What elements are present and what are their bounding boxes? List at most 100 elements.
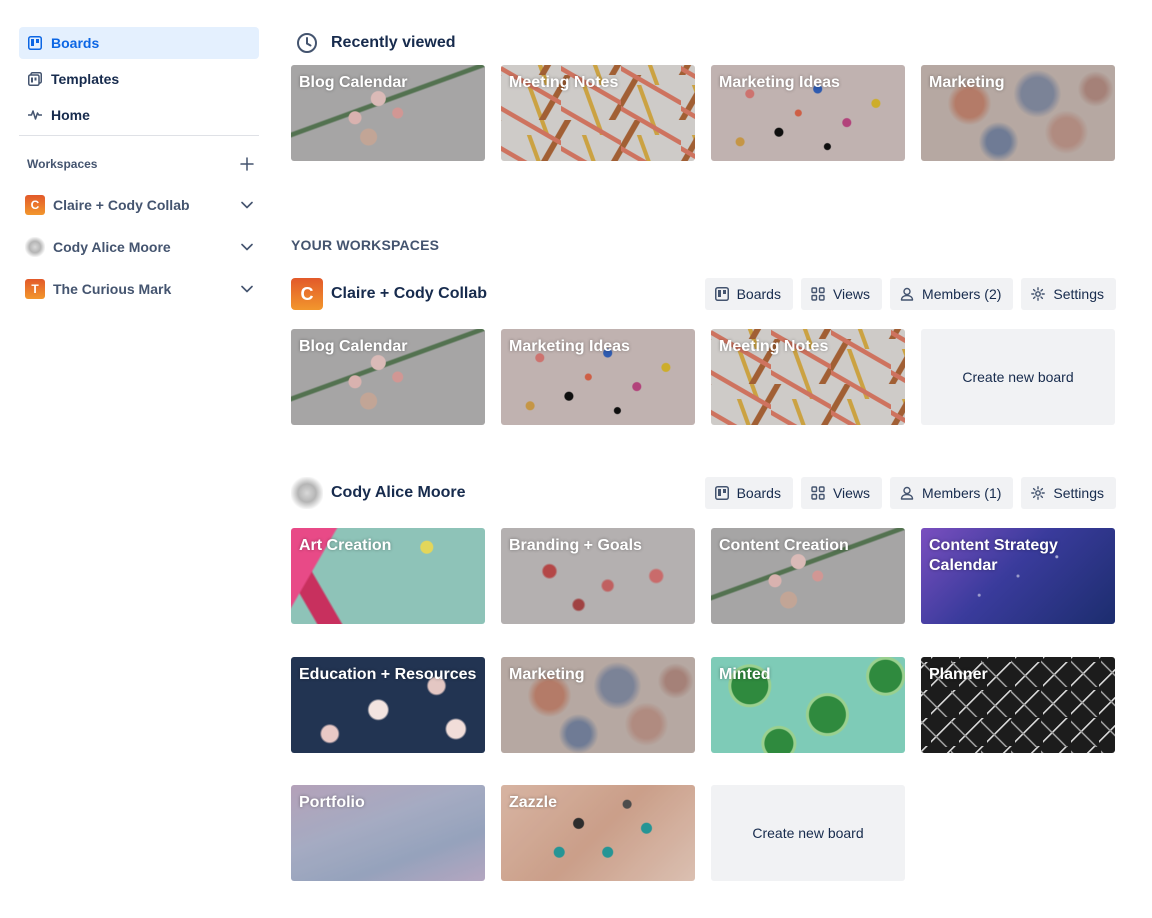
grid-icon bbox=[811, 287, 825, 301]
sidebar-item-label: Home bbox=[51, 107, 90, 123]
workspace-label: Claire + Cody Collab bbox=[53, 197, 190, 213]
button-label: Settings bbox=[1053, 485, 1104, 501]
workspace-boards-row: Art Creation Branding + Goals Content Cr… bbox=[291, 528, 1115, 624]
workspace-views-button[interactable]: Views bbox=[800, 477, 883, 509]
board-tile[interactable]: Art Creation bbox=[291, 528, 485, 624]
sidebar-workspace-claire-cody-collab[interactable]: C Claire + Cody Collab bbox=[19, 184, 259, 226]
board-title: Content Creation bbox=[719, 537, 849, 554]
board-tile[interactable]: Meeting Notes bbox=[711, 329, 905, 425]
board-tile[interactable]: Portfolio bbox=[291, 785, 485, 881]
workspace-settings-button[interactable]: Settings bbox=[1021, 477, 1116, 509]
button-label: Views bbox=[832, 286, 871, 302]
create-new-board-button[interactable]: Create new board bbox=[711, 785, 905, 881]
button-label: Members (1) bbox=[922, 485, 1002, 501]
workspace-name: Cody Alice Moore bbox=[331, 484, 466, 501]
button-label: Boards bbox=[736, 485, 781, 501]
sidebar-item-boards[interactable]: Boards bbox=[19, 27, 259, 59]
board-title: Branding + Goals bbox=[509, 537, 642, 554]
board-title: Portfolio bbox=[299, 794, 365, 811]
board-title: Art Creation bbox=[299, 537, 392, 554]
board-title: Meeting Notes bbox=[509, 74, 619, 91]
template-icon bbox=[27, 71, 43, 87]
board-title: Meeting Notes bbox=[719, 338, 829, 355]
gear-icon bbox=[1031, 287, 1046, 301]
workspace-boards-button[interactable]: Boards bbox=[704, 477, 793, 509]
workspace-boards-row: Portfolio Zazzle Create new board bbox=[291, 785, 905, 881]
board-tile[interactable]: Marketing Ideas bbox=[501, 329, 695, 425]
clock-icon bbox=[295, 31, 319, 55]
workspace-avatar bbox=[25, 237, 45, 257]
workspace-members-button[interactable]: Members (1) bbox=[890, 477, 1014, 509]
board-title: Zazzle bbox=[509, 794, 558, 811]
board-icon bbox=[714, 287, 729, 301]
workspace-avatar: C bbox=[25, 195, 45, 215]
board-tile[interactable]: Blog Calendar bbox=[291, 65, 485, 161]
sidebar-item-templates[interactable]: Templates bbox=[19, 63, 259, 95]
board-tile[interactable]: Blog Calendar bbox=[291, 329, 485, 425]
workspace-boards-row: Education + Resources Marketing Minted P… bbox=[291, 657, 1115, 753]
board-tile[interactable]: Content Strategy Calendar bbox=[921, 528, 1115, 624]
workspace-avatar bbox=[291, 477, 323, 509]
workspaces-label: Workspaces bbox=[27, 157, 98, 171]
person-icon bbox=[900, 287, 914, 301]
board-tile[interactable]: Zazzle bbox=[501, 785, 695, 881]
workspace-name: Claire + Cody Collab bbox=[331, 285, 488, 302]
board-icon bbox=[27, 35, 43, 51]
create-board-label: Create new board bbox=[752, 825, 864, 841]
board-title: Content Strategy Calendar bbox=[929, 537, 1058, 574]
board-tile[interactable]: Planner bbox=[921, 657, 1115, 753]
recent-boards-row: Blog Calendar Meeting Notes Marketing Id… bbox=[291, 65, 1115, 161]
person-icon bbox=[900, 486, 914, 500]
recently-viewed-title: Recently viewed bbox=[331, 34, 456, 51]
sidebar-workspace-cody-alice-moore[interactable]: Cody Alice Moore bbox=[19, 226, 259, 268]
workspace-settings-button[interactable]: Settings bbox=[1021, 278, 1116, 310]
workspace-section-header: C Claire + Cody Collab Boards Views Memb… bbox=[291, 278, 1116, 310]
board-icon bbox=[714, 486, 729, 500]
sidebar-item-label: Boards bbox=[51, 35, 100, 51]
board-title: Marketing bbox=[929, 74, 1005, 91]
add-workspace-icon[interactable] bbox=[239, 156, 255, 172]
sidebar-divider bbox=[19, 135, 259, 136]
board-tile[interactable]: Marketing bbox=[921, 65, 1115, 161]
workspace-boards-button[interactable]: Boards bbox=[704, 278, 793, 310]
board-title: Marketing bbox=[509, 666, 585, 683]
recently-viewed-header: Recently viewed bbox=[295, 31, 456, 55]
workspace-avatar: C bbox=[291, 278, 323, 310]
board-title: Marketing Ideas bbox=[509, 338, 630, 355]
board-title: Education + Resources bbox=[299, 666, 477, 683]
chevron-down-icon[interactable] bbox=[239, 239, 255, 255]
gear-icon bbox=[1031, 486, 1046, 500]
sidebar-item-home[interactable]: Home bbox=[19, 99, 259, 131]
board-tile[interactable]: Marketing bbox=[501, 657, 695, 753]
sidebar: Boards Templates Home Workspaces C Clair… bbox=[19, 27, 259, 310]
create-new-board-button[interactable]: Create new board bbox=[921, 329, 1115, 425]
workspace-members-button[interactable]: Members (2) bbox=[890, 278, 1014, 310]
board-title: Marketing Ideas bbox=[719, 74, 840, 91]
workspaces-header: Workspaces bbox=[19, 144, 259, 184]
workspace-label: The Curious Mark bbox=[53, 281, 172, 297]
board-title: Planner bbox=[929, 666, 988, 683]
chevron-down-icon[interactable] bbox=[239, 197, 255, 213]
workspace-boards-row: Blog Calendar Marketing Ideas Meeting No… bbox=[291, 329, 1115, 425]
workspace-views-button[interactable]: Views bbox=[800, 278, 883, 310]
board-tile[interactable]: Branding + Goals bbox=[501, 528, 695, 624]
button-label: Settings bbox=[1053, 286, 1104, 302]
board-tile[interactable]: Education + Resources bbox=[291, 657, 485, 753]
workspace-avatar: T bbox=[25, 279, 45, 299]
board-tile[interactable]: Meeting Notes bbox=[501, 65, 695, 161]
button-label: Members (2) bbox=[922, 286, 1002, 302]
board-title: Blog Calendar bbox=[299, 338, 408, 355]
create-board-label: Create new board bbox=[962, 369, 1074, 385]
workspace-label: Cody Alice Moore bbox=[53, 239, 171, 255]
button-label: Views bbox=[832, 485, 871, 501]
board-tile[interactable]: Content Creation bbox=[711, 528, 905, 624]
board-tile[interactable]: Marketing Ideas bbox=[711, 65, 905, 161]
board-title: Minted bbox=[719, 666, 771, 683]
activity-icon bbox=[27, 107, 43, 123]
board-tile[interactable]: Minted bbox=[711, 657, 905, 753]
board-title: Blog Calendar bbox=[299, 74, 408, 91]
chevron-down-icon[interactable] bbox=[239, 281, 255, 297]
sidebar-item-label: Templates bbox=[51, 71, 120, 87]
grid-icon bbox=[811, 486, 825, 500]
sidebar-workspace-the-curious-mark[interactable]: T The Curious Mark bbox=[19, 268, 259, 310]
